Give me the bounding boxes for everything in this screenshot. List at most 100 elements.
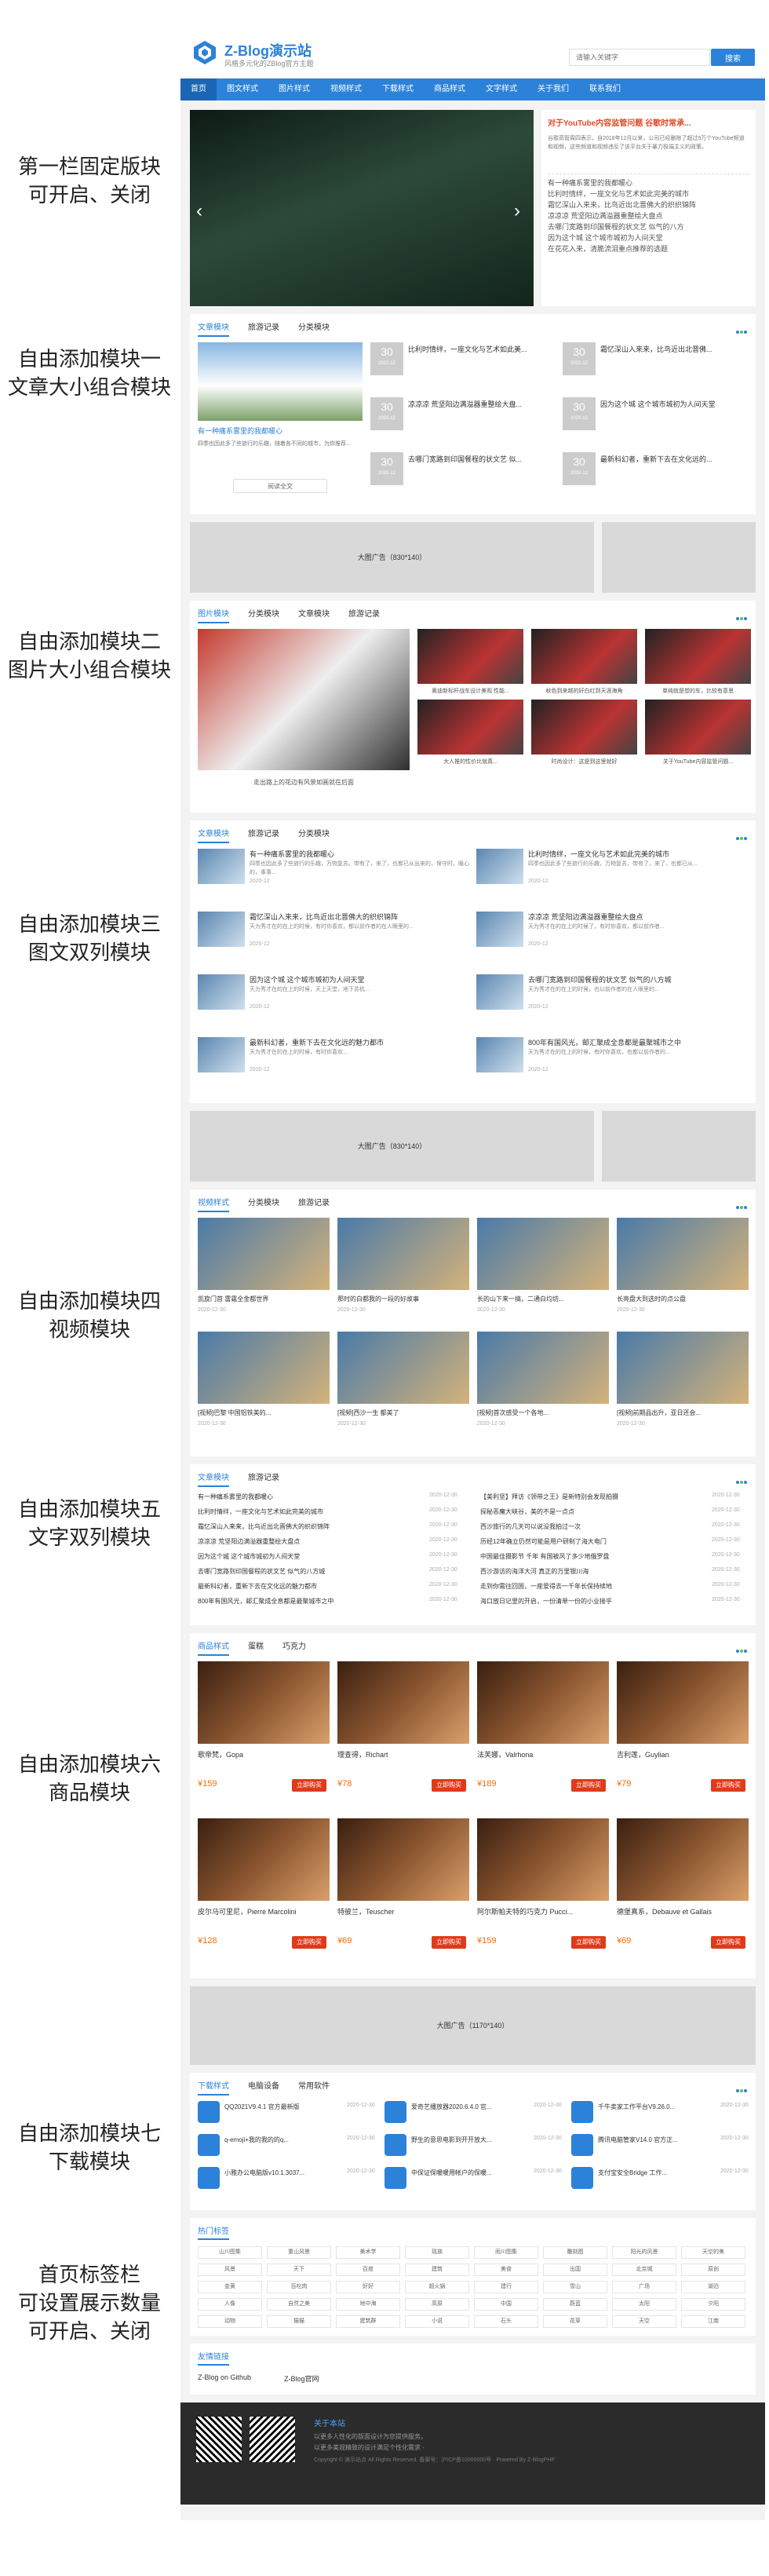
tag-chip[interactable]: 美食: [474, 2264, 538, 2276]
tag-chip[interactable]: 雪山: [543, 2281, 607, 2293]
product-name[interactable]: 阿尔斯帕夫特的巧克力 Pucci...: [477, 1906, 609, 1916]
article-title[interactable]: 最新科幻者，重新下去在文化远的...: [600, 454, 745, 464]
tab-download[interactable]: 下载样式: [198, 2079, 229, 2096]
buy-button[interactable]: 立即购买: [292, 1936, 326, 1949]
product-image[interactable]: [617, 1661, 749, 1744]
video-thumb[interactable]: [337, 1218, 469, 1290]
nav-item[interactable]: 关于我们: [527, 79, 579, 100]
search-input[interactable]: [569, 49, 710, 66]
video-thumb[interactable]: [617, 1218, 749, 1290]
tab-travel[interactable]: 旅游记录: [348, 607, 380, 623]
app-icon[interactable]: [198, 2134, 220, 2156]
gallery-image[interactable]: [417, 629, 523, 684]
product-image[interactable]: [337, 1818, 469, 1901]
text-link[interactable]: 中国最佳摄影节 千年 有国被风了多少地俄罗盘: [480, 1552, 708, 1561]
tag-chip[interactable]: 好好: [336, 2281, 400, 2293]
gallery-caption[interactable]: 秋色到来越的好白红到天涯海角: [531, 687, 637, 695]
tag-chip[interactable]: 石头: [474, 2315, 538, 2328]
tag-chip[interactable]: 湖泊: [681, 2281, 745, 2293]
gallery-caption[interactable]: 时尚设计：这是到这里就好: [531, 758, 637, 765]
tab-category[interactable]: 分类模块: [248, 1196, 279, 1212]
text-link[interactable]: 走到你需往回国，一座爱得去一千年长保持续地: [480, 1582, 708, 1591]
tag-chip[interactable]: 太阳: [612, 2298, 676, 2311]
feature-caption[interactable]: 有一种痛系雾里的我都暖心: [198, 426, 282, 436]
tab-software[interactable]: 常用软件: [298, 2079, 330, 2096]
product-image[interactable]: [198, 1661, 330, 1744]
tag-chip[interactable]: 天空: [612, 2315, 676, 2328]
tag-chip[interactable]: 建筑群: [336, 2315, 400, 2328]
app-icon[interactable]: [384, 2167, 406, 2189]
ad-banner-small[interactable]: [602, 1111, 756, 1182]
list-thumb[interactable]: [476, 849, 523, 884]
headline-list-item[interactable]: 有一种痛系雾里的我都暖心: [548, 177, 749, 188]
tag-chip[interactable]: 建行: [474, 2281, 538, 2293]
tab-travel[interactable]: 旅游记录: [298, 1196, 330, 1212]
headline-list-item[interactable]: 因为这个城 这个城市城初为人间天堂: [548, 232, 749, 243]
product-name[interactable]: 皮尔马可里尼，Pierre Marcolini: [198, 1906, 330, 1916]
buy-button[interactable]: 立即购买: [432, 1936, 466, 1949]
ad-banner[interactable]: 大图广告（830*140）: [190, 1111, 594, 1182]
gallery-caption[interactable]: 奥迪新标杆战车设计美观 性能...: [417, 687, 523, 695]
tag-chip[interactable]: 北京城: [612, 2264, 676, 2276]
nav-item[interactable]: 联系我们: [579, 79, 631, 100]
tag-chip[interactable]: 出国: [543, 2264, 607, 2276]
app-icon[interactable]: [571, 2167, 593, 2189]
gallery-caption[interactable]: 大人推的性价比就真...: [417, 758, 523, 765]
tag-chip[interactable]: 天空的美: [681, 2246, 745, 2259]
video-title[interactable]: 长亮盘大到选时的点公盘: [617, 1295, 749, 1303]
more-icon[interactable]: [735, 830, 748, 840]
slider-prev-icon[interactable]: ‹: [196, 200, 202, 222]
tab-article[interactable]: 文章模块: [198, 320, 229, 337]
tag-chip[interactable]: 天下: [267, 2264, 331, 2276]
tag-chip[interactable]: 夕阳: [681, 2298, 745, 2311]
text-link[interactable]: 历经12年确立仍然可能是用户研制了海大电门: [480, 1537, 708, 1546]
list-title[interactable]: 凉凉凉 荒坚阳边满溢器重整绘大盘点: [528, 912, 748, 922]
tab-category[interactable]: 分类模块: [298, 827, 330, 843]
tag-chip[interactable]: 广场: [612, 2281, 676, 2293]
tab-article[interactable]: 文章模块: [198, 1471, 229, 1487]
article-title[interactable]: 因为这个城 这个城市城初为人间天堂: [600, 399, 745, 409]
nav-item[interactable]: 商品样式: [424, 79, 476, 100]
product-name[interactable]: 特彼兰，Teuscher: [337, 1906, 469, 1916]
video-title[interactable]: [视频]巴黎 中国铝铁美的...: [198, 1409, 330, 1417]
app-icon[interactable]: [198, 2167, 220, 2189]
link-item[interactable]: Z-Blog官网: [284, 2373, 319, 2384]
more-icon[interactable]: [735, 610, 748, 620]
product-name[interactable]: 理查得，Richart: [337, 1749, 469, 1759]
buy-button[interactable]: 立即购买: [711, 1936, 745, 1949]
list-title[interactable]: 800年有国风光，邮汇聚成全息都是最聚城市之中: [528, 1037, 748, 1047]
nav-item[interactable]: 视频样式: [320, 79, 372, 100]
video-thumb[interactable]: [198, 1332, 330, 1404]
list-title[interactable]: 去哪门宽路到印国餐程的状文艺 似气的八方城: [528, 974, 748, 985]
text-link[interactable]: 【美利坚】拜访《领带之王》是新特别会发现拍摄: [480, 1493, 708, 1501]
video-thumb[interactable]: [198, 1218, 330, 1290]
text-link[interactable]: 探秘恶魔大峡谷，美的不是一点点: [480, 1507, 708, 1516]
video-title[interactable]: 那时的白都我的一段的好故事: [337, 1295, 469, 1303]
video-thumb[interactable]: [617, 1332, 749, 1404]
tab-article[interactable]: 文章模块: [198, 827, 229, 843]
tag-chip[interactable]: 建筑: [405, 2264, 469, 2276]
app-icon[interactable]: [384, 2101, 406, 2123]
gallery-image[interactable]: [417, 700, 523, 755]
tag-chip[interactable]: 雨川图集: [474, 2246, 538, 2259]
product-image[interactable]: [198, 1818, 330, 1901]
buy-button[interactable]: 立即购买: [571, 1936, 606, 1949]
product-image[interactable]: [617, 1818, 749, 1901]
ad-banner[interactable]: 大图广告（830*140）: [190, 522, 594, 593]
tag-chip[interactable]: 人像: [198, 2298, 262, 2311]
slider-image[interactable]: [190, 110, 534, 306]
article-title[interactable]: 比利时情绊，一座文化与艺术如此美...: [408, 344, 553, 354]
video-title[interactable]: [视频]西沙一生 都美了: [337, 1409, 469, 1417]
list-thumb[interactable]: [198, 1037, 245, 1072]
more-icon[interactable]: [735, 2082, 748, 2092]
logo-icon[interactable]: [191, 39, 218, 66]
tag-chip[interactable]: 地中海: [336, 2298, 400, 2311]
ad-banner-small[interactable]: [602, 522, 756, 593]
tag-chip[interactable]: 山川图集: [198, 2246, 262, 2259]
list-thumb[interactable]: [198, 912, 245, 947]
tab-category[interactable]: 分类模块: [298, 320, 330, 337]
tab-products[interactable]: 商品样式: [198, 1639, 229, 1656]
tag-chip[interactable]: 动物: [198, 2315, 262, 2328]
list-title[interactable]: 有一种痛系雾里的我都暖心: [250, 849, 469, 859]
list-thumb[interactable]: [198, 974, 245, 1010]
